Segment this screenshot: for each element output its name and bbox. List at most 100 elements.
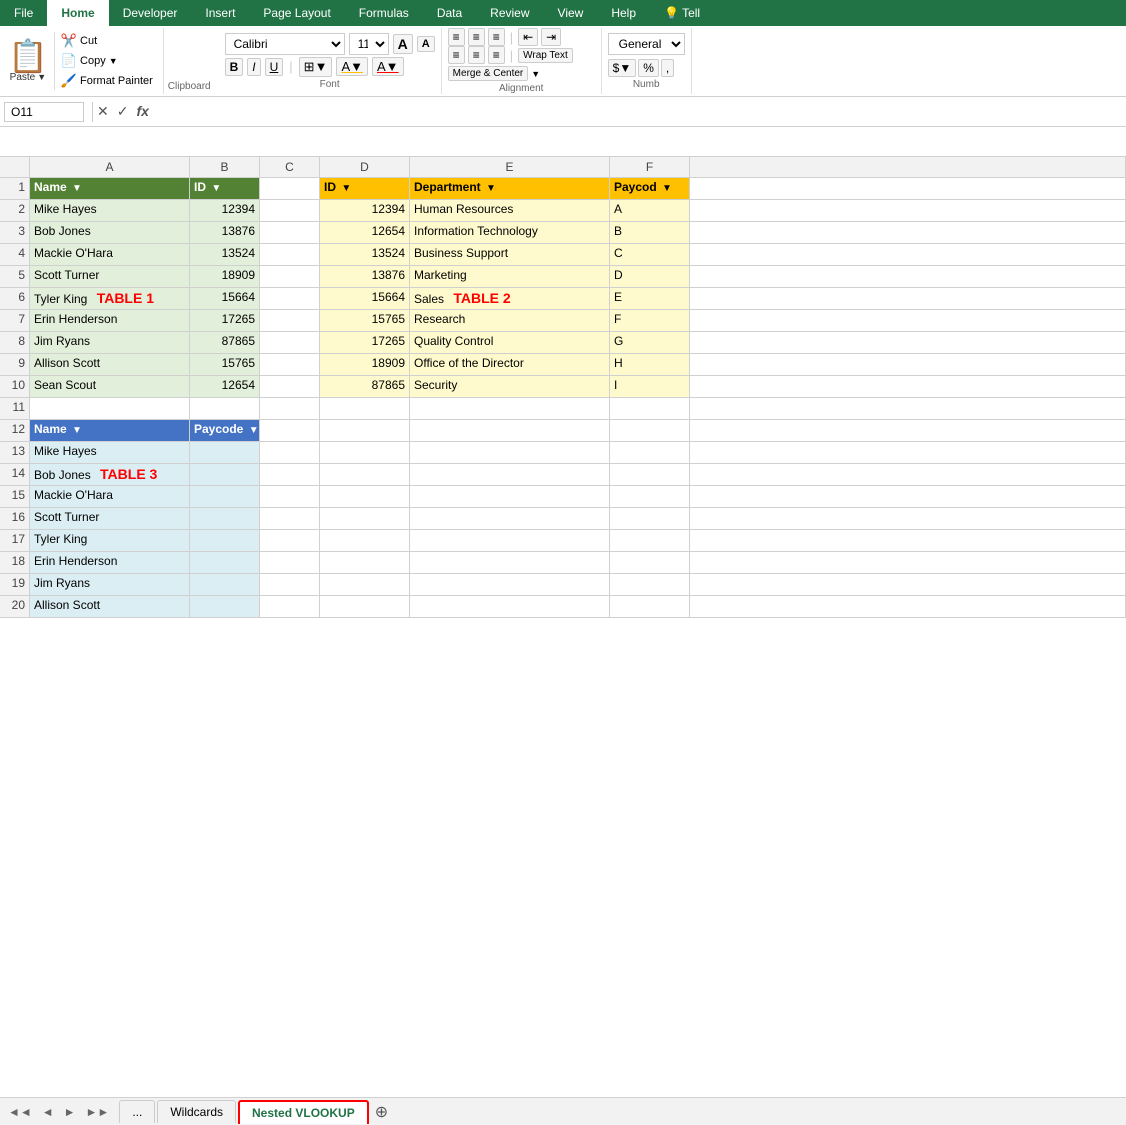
cell-b18[interactable] bbox=[190, 552, 260, 574]
cell-d2[interactable]: 12394 bbox=[320, 200, 410, 222]
cell-d3[interactable]: 12654 bbox=[320, 222, 410, 244]
cell-e4[interactable]: Business Support bbox=[410, 244, 610, 266]
cell-a20[interactable]: Allison Scott bbox=[30, 596, 190, 618]
tab-insert[interactable]: Insert bbox=[191, 0, 249, 26]
font-size-select[interactable]: 11 bbox=[349, 33, 389, 55]
cell-c2[interactable] bbox=[260, 200, 320, 222]
cell-d5[interactable]: 13876 bbox=[320, 266, 410, 288]
cell-f15[interactable] bbox=[610, 486, 690, 508]
align-top-left-button[interactable]: ≡ bbox=[448, 28, 465, 46]
cell-f5[interactable]: D bbox=[610, 266, 690, 288]
comma-button[interactable]: , bbox=[661, 59, 674, 77]
cell-a8[interactable]: Jim Ryans bbox=[30, 332, 190, 354]
cell-e19[interactable] bbox=[410, 574, 610, 596]
cell-f17[interactable] bbox=[610, 530, 690, 552]
font-family-select[interactable]: Calibri bbox=[225, 33, 345, 55]
cut-button[interactable]: ✂️ Cut bbox=[59, 32, 155, 50]
cell-f2[interactable]: A bbox=[610, 200, 690, 222]
cell-b14[interactable] bbox=[190, 464, 260, 486]
cell-b2[interactable]: 12394 bbox=[190, 200, 260, 222]
cell-a1[interactable]: Name ▼ bbox=[30, 178, 190, 200]
cell-b5[interactable]: 18909 bbox=[190, 266, 260, 288]
sheet-tab-wildcards[interactable]: Wildcards bbox=[157, 1100, 236, 1123]
increase-indent-button[interactable]: ⇥ bbox=[541, 28, 561, 46]
align-bottom-left-button[interactable]: ≡ bbox=[448, 46, 465, 64]
cell-a14[interactable]: Bob Jones TABLE 3 bbox=[30, 464, 190, 486]
cell-c12[interactable] bbox=[260, 420, 320, 442]
cell-b9[interactable]: 15765 bbox=[190, 354, 260, 376]
cell-a6[interactable]: Tyler King TABLE 1 bbox=[30, 288, 190, 310]
cell-a11[interactable] bbox=[30, 398, 190, 420]
cell-c13[interactable] bbox=[260, 442, 320, 464]
align-top-center-button[interactable]: ≡ bbox=[468, 28, 485, 46]
cell-e11[interactable] bbox=[410, 398, 610, 420]
col-header-f[interactable]: F bbox=[610, 157, 690, 178]
align-top-right-button[interactable]: ≡ bbox=[488, 28, 505, 46]
cell-f16[interactable] bbox=[610, 508, 690, 530]
cell-c5[interactable] bbox=[260, 266, 320, 288]
cell-e8[interactable]: Quality Control bbox=[410, 332, 610, 354]
cell-a3[interactable]: Bob Jones bbox=[30, 222, 190, 244]
col-header-a[interactable]: A bbox=[30, 157, 190, 178]
cell-f9[interactable]: H bbox=[610, 354, 690, 376]
cell-f3[interactable]: B bbox=[610, 222, 690, 244]
cell-e12[interactable] bbox=[410, 420, 610, 442]
tab-view[interactable]: View bbox=[544, 0, 598, 26]
cell-f6[interactable]: E bbox=[610, 288, 690, 310]
cell-b11[interactable] bbox=[190, 398, 260, 420]
currency-button[interactable]: $▼ bbox=[608, 59, 637, 77]
tab-data[interactable]: Data bbox=[423, 0, 476, 26]
cell-a13[interactable]: Mike Hayes bbox=[30, 442, 190, 464]
cell-c1[interactable] bbox=[260, 178, 320, 200]
insert-function-icon[interactable]: fx bbox=[136, 103, 148, 120]
cell-a19[interactable]: Jim Ryans bbox=[30, 574, 190, 596]
cell-f18[interactable] bbox=[610, 552, 690, 574]
cell-c7[interactable] bbox=[260, 310, 320, 332]
cell-b6[interactable]: 15664 bbox=[190, 288, 260, 310]
cell-c20[interactable] bbox=[260, 596, 320, 618]
cell-c16[interactable] bbox=[260, 508, 320, 530]
cell-b7[interactable]: 17265 bbox=[190, 310, 260, 332]
cell-e14[interactable] bbox=[410, 464, 610, 486]
cell-d13[interactable] bbox=[320, 442, 410, 464]
tab-file[interactable]: File bbox=[0, 0, 47, 26]
cell-e18[interactable] bbox=[410, 552, 610, 574]
cell-e17[interactable] bbox=[410, 530, 610, 552]
cell-f8[interactable]: G bbox=[610, 332, 690, 354]
cell-b12[interactable]: Paycode ▼ bbox=[190, 420, 260, 442]
sheet-nav-last[interactable]: ►► bbox=[82, 1103, 114, 1121]
cell-c10[interactable] bbox=[260, 376, 320, 398]
cell-c17[interactable] bbox=[260, 530, 320, 552]
number-format-select[interactable]: General bbox=[608, 33, 685, 55]
sheet-nav-first[interactable]: ◄◄ bbox=[4, 1103, 36, 1121]
cell-b19[interactable] bbox=[190, 574, 260, 596]
cell-d17[interactable] bbox=[320, 530, 410, 552]
tab-home[interactable]: Home bbox=[47, 0, 108, 26]
border-button[interactable]: ⊞▼ bbox=[299, 57, 333, 77]
cell-c9[interactable] bbox=[260, 354, 320, 376]
cell-d11[interactable] bbox=[320, 398, 410, 420]
sheet-nav-next[interactable]: ► bbox=[60, 1103, 80, 1121]
cell-d6[interactable]: 15664 bbox=[320, 288, 410, 310]
cell-f4[interactable]: C bbox=[610, 244, 690, 266]
cell-e2[interactable]: Human Resources bbox=[410, 200, 610, 222]
tab-help[interactable]: Help bbox=[597, 0, 650, 26]
cell-e5[interactable]: Marketing bbox=[410, 266, 610, 288]
align-bottom-right-button[interactable]: ≡ bbox=[488, 46, 505, 64]
tab-developer[interactable]: Developer bbox=[109, 0, 192, 26]
cell-b10[interactable]: 12654 bbox=[190, 376, 260, 398]
cell-d12[interactable] bbox=[320, 420, 410, 442]
cell-a16[interactable]: Scott Turner bbox=[30, 508, 190, 530]
copy-button[interactable]: 📄 Copy ▼ bbox=[59, 52, 155, 70]
confirm-icon[interactable]: ✓ bbox=[117, 103, 129, 120]
cell-b8[interactable]: 87865 bbox=[190, 332, 260, 354]
cell-b20[interactable] bbox=[190, 596, 260, 618]
cell-c6[interactable] bbox=[260, 288, 320, 310]
cell-a15[interactable]: Mackie O'Hara bbox=[30, 486, 190, 508]
cell-d14[interactable] bbox=[320, 464, 410, 486]
cell-a4[interactable]: Mackie O'Hara bbox=[30, 244, 190, 266]
cell-e13[interactable] bbox=[410, 442, 610, 464]
cell-c8[interactable] bbox=[260, 332, 320, 354]
cell-c15[interactable] bbox=[260, 486, 320, 508]
cell-b3[interactable]: 13876 bbox=[190, 222, 260, 244]
